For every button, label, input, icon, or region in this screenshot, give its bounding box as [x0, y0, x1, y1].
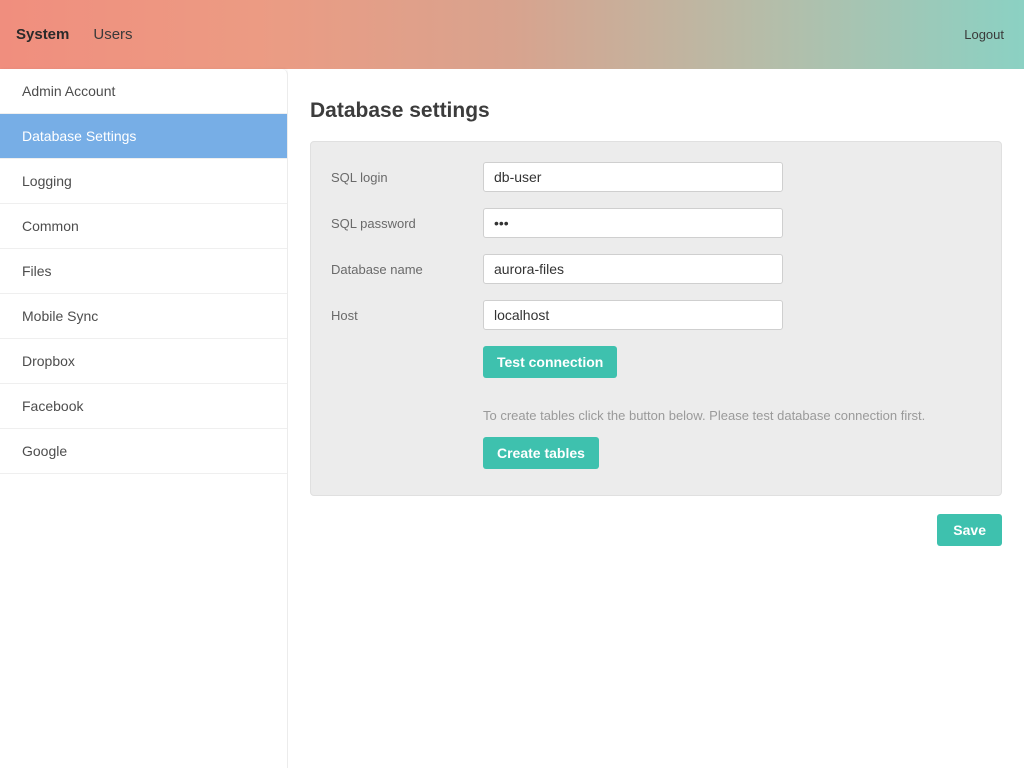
content-area: Admin Account Database Settings Logging … — [0, 69, 1024, 768]
input-db-name[interactable] — [483, 254, 783, 284]
sidebar: Admin Account Database Settings Logging … — [0, 69, 288, 768]
sidebar-item-logging[interactable]: Logging — [0, 159, 287, 204]
save-row: Save — [310, 514, 1002, 546]
create-tables-button[interactable]: Create tables — [483, 437, 599, 469]
sidebar-item-facebook[interactable]: Facebook — [0, 384, 287, 429]
row-sql-login: SQL login — [331, 162, 981, 192]
input-sql-login[interactable] — [483, 162, 783, 192]
sidebar-item-files[interactable]: Files — [0, 249, 287, 294]
label-sql-password: SQL password — [331, 216, 483, 231]
row-host: Host — [331, 300, 981, 330]
settings-panel: SQL login SQL password Database name Hos… — [310, 141, 1002, 496]
input-sql-password[interactable] — [483, 208, 783, 238]
page-title: Database settings — [310, 99, 1002, 123]
row-db-name: Database name — [331, 254, 981, 284]
label-db-name: Database name — [331, 262, 483, 277]
sidebar-item-admin-account[interactable]: Admin Account — [0, 69, 287, 114]
sidebar-item-dropbox[interactable]: Dropbox — [0, 339, 287, 384]
save-button[interactable]: Save — [937, 514, 1002, 546]
label-sql-login: SQL login — [331, 170, 483, 185]
sidebar-item-google[interactable]: Google — [0, 429, 287, 474]
nav-users[interactable]: Users — [93, 26, 132, 43]
create-tables-hint: To create tables click the button below.… — [483, 408, 981, 423]
sidebar-item-database-settings[interactable]: Database Settings — [0, 114, 287, 159]
header-nav: System Users — [16, 26, 133, 43]
input-host[interactable] — [483, 300, 783, 330]
row-sql-password: SQL password — [331, 208, 981, 238]
top-header: System Users Logout — [0, 0, 1024, 69]
logout-link[interactable]: Logout — [964, 27, 1004, 42]
create-tables-row: Create tables — [483, 437, 981, 469]
test-connection-row: Test connection — [483, 346, 981, 378]
main-panel: Database settings SQL login SQL password… — [288, 69, 1024, 768]
nav-system[interactable]: System — [16, 26, 69, 43]
test-connection-button[interactable]: Test connection — [483, 346, 617, 378]
sidebar-item-common[interactable]: Common — [0, 204, 287, 249]
label-host: Host — [331, 308, 483, 323]
sidebar-item-mobile-sync[interactable]: Mobile Sync — [0, 294, 287, 339]
